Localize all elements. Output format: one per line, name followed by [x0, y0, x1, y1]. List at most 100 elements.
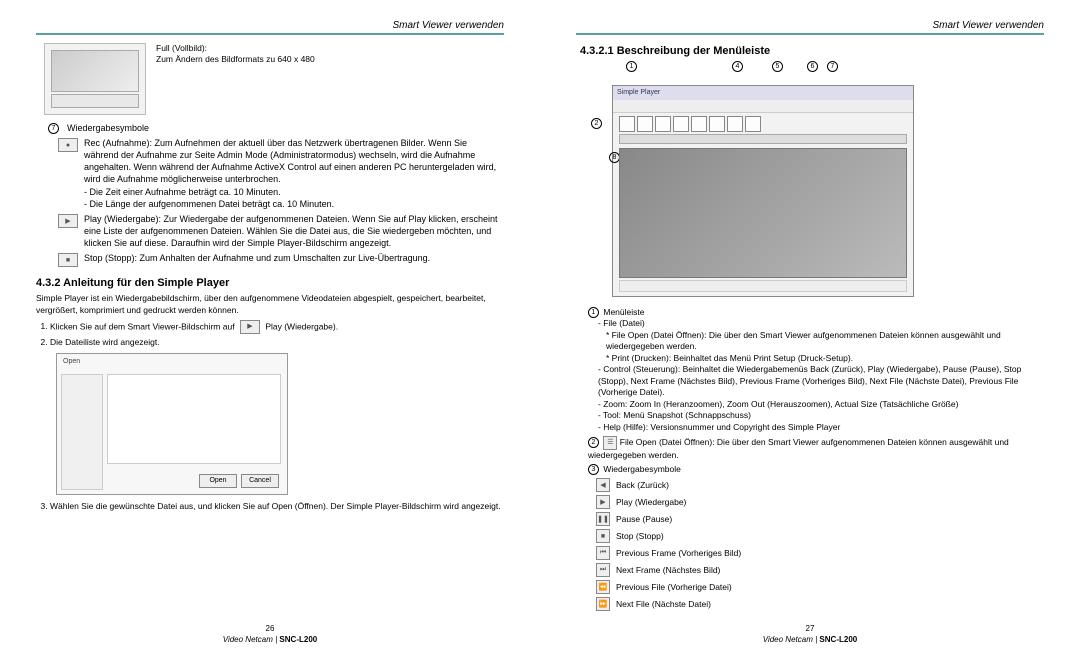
- pause-icon: ❚❚: [596, 512, 610, 526]
- circled-1: 1: [588, 307, 599, 318]
- step-3: Wählen Sie die gewünschte Datei aus, und…: [50, 501, 504, 512]
- play-text: Play (Wiedergabe): Zur Wiedergabe der au…: [84, 213, 504, 249]
- menu1-control: - Control (Steuerung): Beinhaltet die Wi…: [598, 364, 1044, 398]
- step-1: Klicken Sie auf dem Smart Viewer-Bildsch…: [50, 320, 504, 334]
- sym-play-label: Play (Wiedergabe): [616, 497, 686, 507]
- sym-stop-label: Stop (Stopp): [616, 531, 664, 541]
- ctrl-next-file[interactable]: [745, 116, 761, 132]
- player-view: [619, 148, 907, 278]
- menu1-print: * Print (Drucken): Beinhaltet das Menü P…: [606, 353, 1044, 364]
- co-4: 4: [732, 61, 743, 72]
- co-7: 7: [827, 61, 838, 72]
- player-status: [619, 280, 907, 292]
- player-titlebar: Simple Player: [613, 86, 913, 101]
- footer-product-right: Video Netcam: [763, 635, 813, 644]
- sym-prevfile-label: Previous File (Vorherige Datei): [616, 582, 732, 592]
- back-icon: ◀: [596, 478, 610, 492]
- sym-back-label: Back (Zurück): [616, 480, 669, 490]
- dialog-sidebar: [61, 374, 103, 490]
- co-6: 6: [807, 61, 818, 72]
- player-menubar: [613, 100, 913, 113]
- next-file-icon: ⏩: [596, 597, 610, 611]
- sym-nextframe-label: Next Frame (Nächstes Bild): [616, 565, 720, 575]
- simple-player-mock: 2 8 3 Simple Player: [612, 85, 914, 297]
- co-2: 2: [591, 118, 602, 129]
- sym-pause-label: Pause (Pause): [616, 514, 672, 524]
- sym-prev-frame: ⏮Previous Frame (Vorheriges Bild): [596, 545, 1044, 560]
- rec-b2: - Die Länge der aufgenommenen Datei betr…: [84, 198, 504, 210]
- menu1-zoom: - Zoom: Zoom In (Heranzoomen), Zoom Out …: [598, 399, 1044, 410]
- open-dialog-mock: Open Open Cancel: [56, 353, 288, 495]
- menu1-tool: - Tool: Menü Snapshot (Schnappschuss): [598, 410, 1044, 421]
- dialog-open-button[interactable]: Open: [199, 474, 237, 488]
- player-controls: [619, 116, 907, 132]
- sym-back: ◀ Back (Zurück): [596, 477, 1044, 492]
- section-4-3-2-1-title: 4.3.2.1 Beschreibung der Menüleiste: [580, 45, 1044, 57]
- circled-2: 2: [588, 437, 599, 448]
- ctrl-prev-frame[interactable]: [691, 116, 707, 132]
- full-note: Full (Vollbild): Zum Ändern des Bildform…: [156, 43, 315, 66]
- sym-play: ▶ Play (Wiedergabe): [596, 494, 1044, 509]
- inline-play-icon: ▶: [240, 320, 260, 334]
- prev-file-icon: ⏪: [596, 580, 610, 594]
- dialog-cancel-button[interactable]: Cancel: [241, 474, 279, 488]
- footer-model-right: SNC-L200: [819, 635, 857, 644]
- ctrl-play[interactable]: [637, 116, 653, 132]
- stop-text: Stop (Stopp): Zum Anhalten der Aufnahme …: [84, 252, 430, 267]
- footer-model-left: SNC-L200: [279, 635, 317, 644]
- menu-2-block: 2 ☰ File Open (Datei Öffnen): Die über d…: [588, 435, 1044, 461]
- co-1: 1: [626, 61, 637, 72]
- footer-left: 26 Video Netcam | SNC-L200: [0, 624, 540, 644]
- play-row: ▶ Play (Wiedergabe): Zur Wiedergabe der …: [58, 213, 504, 249]
- step1b: Play (Wiedergabe).: [265, 321, 338, 331]
- sym-stop: ■ Stop (Stopp): [596, 528, 1044, 543]
- menu-1-block: 1 Menüleiste - File (Datei) * File Open …: [588, 307, 1044, 433]
- page-number-right: 27: [540, 624, 1080, 633]
- next-frame-icon: ⏭: [596, 563, 610, 577]
- sym-prevframe-label: Previous Frame (Vorheriges Bild): [616, 548, 741, 558]
- menu1-fileopen: * File Open (Datei Öffnen): Die über den…: [606, 330, 1044, 353]
- menu1-file: - File (Datei): [598, 318, 1044, 329]
- stop-icon: ■: [58, 253, 78, 267]
- ctrl-pause[interactable]: [655, 116, 671, 132]
- footer-right: 27 Video Netcam | SNC-L200: [540, 624, 1080, 644]
- play-icon-r: ▶: [596, 495, 610, 509]
- player-callouts-wrap: 1 4 5 6 7 2 8 3 Simple Player: [576, 61, 1044, 297]
- menu-3-block: 3 Wiedergabesymbole: [588, 464, 1044, 475]
- rec-text-block: Rec (Aufnahme): Zum Aufnehmen der aktuel…: [84, 137, 504, 210]
- ctrl-stop[interactable]: [673, 116, 689, 132]
- sym7-title: Wiedergabesymbole: [67, 123, 149, 134]
- circled-3: 3: [588, 464, 599, 475]
- page-number-left: 26: [0, 624, 540, 633]
- section-4-3-2-intro: Simple Player ist ein Wiedergabebildschi…: [36, 293, 504, 316]
- ctrl-next-frame[interactable]: [709, 116, 725, 132]
- header-title-right: Smart Viewer verwenden: [576, 20, 1044, 31]
- rec-row: ● Rec (Aufnahme): Zum Aufnehmen der aktu…: [58, 137, 504, 210]
- co-5: 5: [772, 61, 783, 72]
- page-left: Smart Viewer verwenden Full (Vollbild): …: [0, 0, 540, 656]
- ctrl-prev-file[interactable]: [727, 116, 743, 132]
- sym-pause: ❚❚ Pause (Pause): [596, 511, 1044, 526]
- file-open-icon: ☰: [603, 436, 617, 450]
- steps-list-cont: Wählen Sie die gewünschte Datei aus, und…: [36, 501, 504, 512]
- menu1-help: - Help (Hilfe): Versionsnummer und Copyr…: [598, 422, 1044, 433]
- ctrl-back[interactable]: [619, 116, 635, 132]
- sym-nextfile-label: Next File (Nächste Datei): [616, 599, 711, 609]
- rec-b1: - Die Zeit einer Aufnahme beträgt ca. 10…: [84, 186, 504, 198]
- stop-icon-r: ■: [596, 529, 610, 543]
- thumb-row: Full (Vollbild): Zum Ändern des Bildform…: [44, 43, 504, 115]
- page-rule: [36, 33, 504, 35]
- menu2-text: File Open (Datei Öffnen): Die über den S…: [588, 437, 1009, 460]
- player-slider[interactable]: [619, 134, 907, 144]
- stop-row: ■ Stop (Stopp): Zum Anhalten der Aufnahm…: [58, 252, 504, 267]
- sym-next-frame: ⏭ Next Frame (Nächstes Bild): [596, 562, 1044, 577]
- sym-next-file: ⏩ Next File (Nächste Datei): [596, 596, 1044, 611]
- top-callouts: 1 4 5 6 7: [612, 61, 1044, 79]
- sym-prev-file: ⏪ Previous File (Vorherige Datei): [596, 579, 1044, 594]
- full-label: Full (Vollbild):: [156, 43, 315, 54]
- menu3-title: Wiedergabesymbole: [603, 464, 680, 474]
- steps-list: Klicken Sie auf dem Smart Viewer-Bildsch…: [36, 320, 504, 348]
- play-icon: ▶: [58, 214, 78, 228]
- dialog-filelist: [107, 374, 281, 464]
- rec-icon: ●: [58, 138, 78, 152]
